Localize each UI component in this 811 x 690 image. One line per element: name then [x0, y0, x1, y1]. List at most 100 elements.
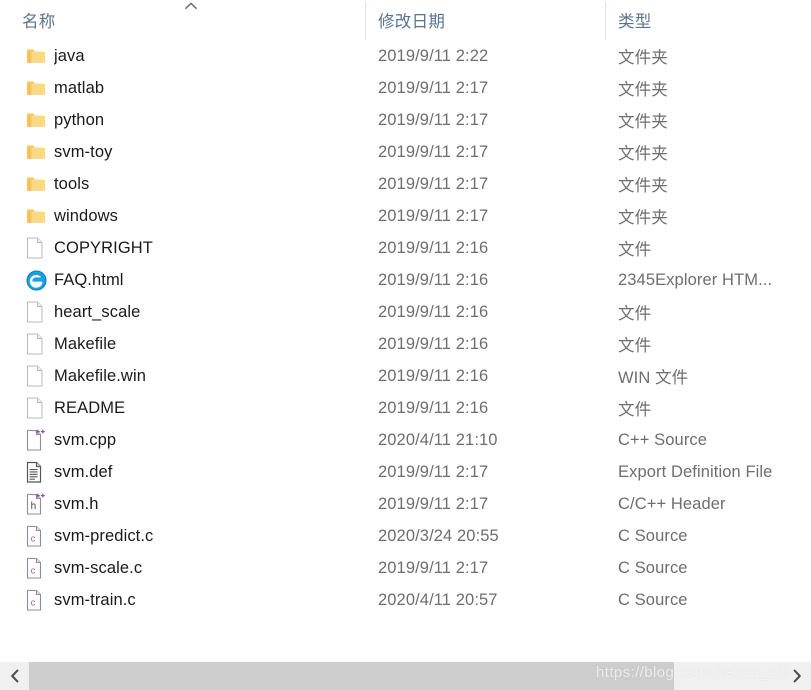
file-row[interactable]: FAQ.html 2019/9/11 2:16 2345Explorer HTM..… — [0, 264, 811, 296]
file-type: 文件 — [618, 337, 652, 355]
file-type: Export Definition File — [618, 462, 773, 481]
file-name[interactable]: README — [54, 392, 354, 424]
svg-text:c: c — [31, 598, 36, 608]
file-name[interactable]: python — [54, 104, 354, 136]
file-type: C Source — [618, 558, 688, 577]
file-type: C Source — [618, 526, 688, 545]
file-row[interactable]: matlab 2019/9/11 2:17 文件夹 — [0, 72, 811, 104]
file-modified-date: 2019/9/11 2:17 — [378, 78, 489, 97]
file-modified-date: 2019/9/11 2:16 — [378, 302, 489, 321]
c-source-icon: c — [26, 584, 50, 616]
header-file-icon: h — [26, 488, 50, 520]
file-type: 文件夹 — [618, 81, 668, 99]
file-list[interactable]: java 2019/9/11 2:22 文件夹 matlab 2019/9/11 2:1… — [0, 40, 811, 652]
file-name[interactable]: matlab — [54, 72, 354, 104]
file-name[interactable]: FAQ.html — [54, 264, 354, 296]
cpp-source-icon — [26, 424, 50, 456]
file-type: 文件夹 — [618, 177, 668, 195]
file-row[interactable]: h svm.h 2019/9/11 2:17 C/C++ Header — [0, 488, 811, 520]
file-modified-date: 2019/9/11 2:17 — [378, 558, 489, 577]
file-name[interactable]: svm.cpp — [54, 424, 354, 456]
file-row[interactable]: python 2019/9/11 2:17 文件夹 — [0, 104, 811, 136]
file-name[interactable]: svm-predict.c — [54, 520, 354, 552]
scroll-right-button[interactable] — [782, 662, 811, 690]
svg-text:h: h — [31, 501, 37, 512]
column-header-name-label: 名称 — [22, 13, 56, 31]
file-modified-date: 2019/9/11 2:17 — [378, 206, 489, 225]
file-modified-date: 2019/9/11 2:16 — [378, 398, 489, 417]
file-name[interactable]: Makefile — [54, 328, 354, 360]
column-header-date[interactable]: 修改日期 — [378, 0, 603, 40]
file-name[interactable]: svm.h — [54, 488, 354, 520]
file-type: C Source — [618, 590, 688, 609]
column-header-type[interactable]: 类型 — [618, 0, 808, 40]
def-file-icon — [26, 456, 50, 488]
folder-icon — [26, 72, 50, 104]
file-name[interactable]: Makefile.win — [54, 360, 354, 392]
file-modified-date: 2020/3/24 20:55 — [378, 526, 499, 545]
column-header-name[interactable]: 名称 — [22, 0, 362, 40]
folder-icon — [26, 104, 50, 136]
ie-browser-icon — [26, 264, 50, 296]
file-row[interactable]: svm-toy 2019/9/11 2:17 文件夹 — [0, 136, 811, 168]
file-row[interactable]: c svm-train.c 2020/4/11 20:57 C Source — [0, 584, 811, 616]
file-type: C++ Source — [618, 430, 708, 449]
column-divider-date-type[interactable] — [605, 2, 606, 40]
file-modified-date: 2019/9/11 2:22 — [378, 46, 489, 65]
file-type: 文件夹 — [618, 209, 668, 227]
file-modified-date: 2020/4/11 20:57 — [378, 590, 498, 609]
file-name[interactable]: svm-toy — [54, 136, 354, 168]
file-modified-date: 2019/9/11 2:17 — [378, 142, 489, 161]
file-type: C/C++ Header — [618, 494, 726, 513]
folder-icon — [26, 136, 50, 168]
column-header-bar: 名称 修改日期 类型 — [0, 0, 811, 40]
file-name[interactable]: svm.def — [54, 456, 354, 488]
file-modified-date: 2019/9/11 2:17 — [378, 494, 489, 513]
file-row[interactable]: svm.cpp 2020/4/11 21:10 C++ Source — [0, 424, 811, 456]
file-type: 文件 — [618, 241, 652, 259]
chevron-left-icon — [9, 669, 21, 683]
file-name[interactable]: svm-train.c — [54, 584, 354, 616]
file-row[interactable]: svm.def 2019/9/11 2:17 Export Definition F… — [0, 456, 811, 488]
file-modified-date: 2019/9/11 2:17 — [378, 462, 489, 481]
file-row[interactable]: tools 2019/9/11 2:17 文件夹 — [0, 168, 811, 200]
scrollbar-thumb[interactable] — [29, 662, 674, 690]
file-modified-date: 2019/9/11 2:17 — [378, 174, 489, 193]
blank-file-icon — [26, 296, 50, 328]
file-type: 文件 — [618, 401, 652, 419]
file-type: 文件 — [618, 305, 652, 323]
file-name[interactable]: svm-scale.c — [54, 552, 354, 584]
blank-file-icon — [26, 392, 50, 424]
file-name[interactable]: windows — [54, 200, 354, 232]
file-type: 文件夹 — [618, 49, 668, 67]
file-row[interactable]: c svm-predict.c 2020/3/24 20:55 C Source — [0, 520, 811, 552]
scrollbar-track[interactable] — [29, 662, 782, 690]
file-row[interactable]: Makefile 2019/9/11 2:16 文件 — [0, 328, 811, 360]
file-row[interactable]: Makefile.win 2019/9/11 2:16 WIN 文件 — [0, 360, 811, 392]
column-header-type-label: 类型 — [618, 13, 652, 31]
file-modified-date: 2019/9/11 2:16 — [378, 270, 489, 289]
scroll-left-button[interactable] — [0, 662, 29, 690]
file-row[interactable]: c svm-scale.c 2019/9/11 2:17 C Source — [0, 552, 811, 584]
file-name[interactable]: heart_scale — [54, 296, 354, 328]
file-explorer-window: 名称 修改日期 类型 java 2019/9/11 2:22 文件夹 matlab 20… — [0, 0, 811, 690]
file-row[interactable]: heart_scale 2019/9/11 2:16 文件 — [0, 296, 811, 328]
file-modified-date: 2019/9/11 2:16 — [378, 334, 489, 353]
file-row[interactable]: README 2019/9/11 2:16 文件 — [0, 392, 811, 424]
blank-file-icon — [26, 328, 50, 360]
svg-text:c: c — [31, 534, 36, 544]
file-row[interactable]: java 2019/9/11 2:22 文件夹 — [0, 40, 811, 72]
file-type: 文件夹 — [618, 145, 668, 163]
column-divider-name-date[interactable] — [365, 2, 366, 40]
file-type: WIN 文件 — [618, 369, 689, 387]
file-name[interactable]: java — [54, 40, 354, 72]
folder-icon — [26, 200, 50, 232]
file-name[interactable]: tools — [54, 168, 354, 200]
file-row[interactable]: COPYRIGHT 2019/9/11 2:16 文件 — [0, 232, 811, 264]
chevron-right-icon — [791, 669, 803, 683]
file-modified-date: 2019/9/11 2:17 — [378, 110, 489, 129]
folder-icon — [26, 40, 50, 72]
file-name[interactable]: COPYRIGHT — [54, 232, 354, 264]
file-row[interactable]: windows 2019/9/11 2:17 文件夹 — [0, 200, 811, 232]
horizontal-scrollbar[interactable] — [0, 662, 811, 690]
